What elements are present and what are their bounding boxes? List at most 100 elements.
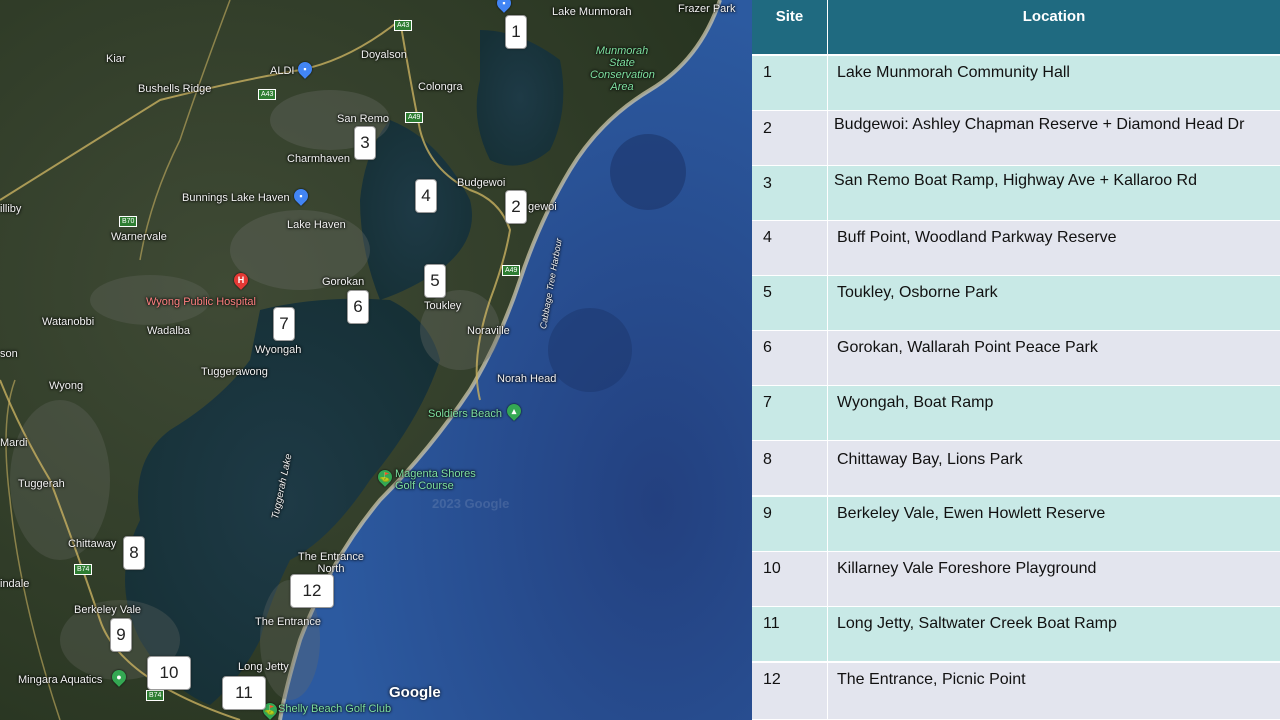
road-shield-b74: B74 bbox=[74, 564, 93, 575]
road-shield-b74: B74 bbox=[146, 690, 165, 701]
cell-location: Chittaway Bay, Lions Park bbox=[837, 451, 1023, 468]
table-row: 12 The Entrance, Picnic Point bbox=[752, 663, 1280, 720]
cell-location: Buff Point, Woodland Parkway Reserve bbox=[837, 229, 1117, 246]
label-watanobbi: Watanobbi bbox=[42, 316, 95, 328]
shopping-pin-icon[interactable]: ▪ bbox=[295, 59, 315, 79]
label-wyongah: Wyongah bbox=[255, 344, 302, 356]
label-doyalson: Doyalson bbox=[361, 49, 407, 61]
cell-location: Toukley, Osborne Park bbox=[837, 284, 998, 301]
label-wyong-hospital: Wyong Public Hospital bbox=[146, 296, 256, 308]
site-marker-5[interactable]: 5 bbox=[424, 264, 446, 298]
cell-site: 6 bbox=[763, 339, 772, 356]
site-marker-8[interactable]: 8 bbox=[123, 536, 145, 570]
label-budgewoi-partial: gewoi bbox=[528, 201, 557, 213]
beach-pin-icon[interactable]: ▴ bbox=[504, 401, 524, 421]
sites-table: Site Location 1 Lake Munmorah Community … bbox=[752, 0, 1280, 720]
table-row: 5 Toukley, Osborne Park bbox=[752, 276, 1280, 331]
cell-location: San Remo Boat Ramp, Highway Ave + Kallar… bbox=[834, 172, 1198, 189]
site-marker-2[interactable]: 2 bbox=[505, 190, 527, 224]
label-lindale: indale bbox=[0, 578, 30, 590]
road-shield-a49: A49 bbox=[405, 112, 424, 123]
site-marker-11[interactable]: 11 bbox=[222, 676, 266, 710]
cell-site: 1 bbox=[763, 64, 772, 81]
site-marker-4[interactable]: 4 bbox=[415, 179, 437, 213]
label-gorokan: Gorokan bbox=[322, 276, 365, 288]
cell-site: 12 bbox=[763, 671, 781, 688]
cell-location: Long Jetty, Saltwater Creek Boat Ramp bbox=[837, 615, 1117, 632]
site-marker-10[interactable]: 10 bbox=[147, 656, 191, 690]
site-marker-7[interactable]: 7 bbox=[273, 307, 295, 341]
road-shield-a49: A49 bbox=[502, 265, 521, 276]
golf-pin-icon[interactable]: ⛳ bbox=[375, 467, 395, 487]
cell-site: 5 bbox=[763, 284, 772, 301]
road-shield-a43: A43 bbox=[394, 20, 413, 31]
label-bushells-ridge: Bushells Ridge bbox=[138, 83, 212, 95]
shopping-pin-icon[interactable]: ▪ bbox=[291, 186, 311, 206]
cell-site: 2 bbox=[763, 120, 772, 137]
label-mingara: Mingara Aquatics bbox=[18, 674, 103, 686]
label-berkeley-vale: Berkeley Vale bbox=[74, 604, 142, 616]
google-logo: Google bbox=[389, 684, 441, 701]
label-colongra: Colongra bbox=[418, 81, 463, 93]
label-bunnings: Bunnings Lake Haven bbox=[182, 192, 290, 204]
label-frazer-park: Frazer Park bbox=[678, 3, 736, 15]
pool-pin-icon[interactable]: ● bbox=[109, 667, 129, 687]
label-lake-munmorah: Lake Munmorah bbox=[552, 6, 632, 18]
cell-location: Budgewoi: Ashley Chapman Reserve + Diamo… bbox=[834, 116, 1245, 133]
header-site: Site bbox=[775, 8, 804, 25]
label-chittaway: Chittaway bbox=[68, 538, 117, 550]
satellite-map[interactable]: Lake Munmorah Frazer Park Munmorah State… bbox=[0, 0, 752, 720]
site-marker-3[interactable]: 3 bbox=[354, 126, 376, 160]
label-wadalba: Wadalba bbox=[147, 325, 191, 337]
label-kiar: Kiar bbox=[106, 53, 126, 65]
cell-site: 10 bbox=[763, 560, 781, 577]
label-lake-haven: Lake Haven bbox=[287, 219, 346, 231]
label-the-entrance-north: The Entrance North bbox=[297, 551, 365, 575]
table-row: 6 Gorokan, Wallarah Point Peace Park bbox=[752, 331, 1280, 386]
table-row: 7 Wyongah, Boat Ramp bbox=[752, 386, 1280, 441]
table-row: 1 Lake Munmorah Community Hall bbox=[752, 56, 1280, 111]
cell-location: Gorokan, Wallarah Point Peace Park bbox=[837, 339, 1098, 356]
cell-site: 8 bbox=[763, 451, 772, 468]
site-marker-9[interactable]: 9 bbox=[110, 618, 132, 652]
label-san-remo: San Remo bbox=[337, 113, 389, 125]
cell-location: Killarney Vale Foreshore Playground bbox=[837, 560, 1097, 577]
table-header: Site Location bbox=[752, 0, 1280, 54]
label-shelly-beach: Shelly Beach Golf Club bbox=[278, 703, 392, 715]
map-watermark: 2023 Google bbox=[432, 496, 510, 511]
cell-location: The Entrance, Picnic Point bbox=[837, 671, 1026, 688]
table-row: 8 Chittaway Bay, Lions Park bbox=[752, 441, 1280, 496]
table-row: 11 Long Jetty, Saltwater Creek Boat Ramp bbox=[752, 607, 1280, 662]
table-row: 2 Budgewoi: Ashley Chapman Reserve + Dia… bbox=[752, 111, 1280, 166]
site-marker-12[interactable]: 12 bbox=[290, 574, 334, 608]
table-row: 4 Buff Point, Woodland Parkway Reserve bbox=[752, 221, 1280, 276]
cell-site: 3 bbox=[763, 175, 772, 192]
cell-location: Lake Munmorah Community Hall bbox=[837, 64, 1070, 81]
label-norah-head: Norah Head bbox=[497, 373, 557, 385]
label-aldi: ALDI bbox=[270, 65, 295, 77]
label-mardi: Mardi bbox=[0, 437, 28, 449]
label-son: son bbox=[0, 348, 18, 360]
label-budgewoi: Budgewoi bbox=[457, 177, 506, 189]
label-tuggerawong: Tuggerawong bbox=[201, 366, 268, 378]
site-marker-6[interactable]: 6 bbox=[347, 290, 369, 324]
hospital-pin-icon[interactable]: H bbox=[231, 270, 251, 290]
header-location: Location bbox=[1022, 8, 1086, 25]
label-warnervale: Warnervale bbox=[111, 231, 167, 243]
cell-location: Berkeley Vale, Ewen Howlett Reserve bbox=[837, 505, 1106, 522]
label-charmhaven: Charmhaven bbox=[287, 153, 350, 165]
cell-site: 11 bbox=[763, 615, 780, 632]
label-magenta: Magenta Shores Golf Course bbox=[395, 468, 476, 492]
cell-site: 4 bbox=[763, 229, 772, 246]
label-the-entrance: The Entrance bbox=[255, 616, 322, 628]
table-row: 9 Berkeley Vale, Ewen Howlett Reserve bbox=[752, 497, 1280, 552]
road-shield-b70: B70 bbox=[119, 216, 138, 227]
road-shield-a43: A43 bbox=[258, 89, 277, 100]
table-row: 3 San Remo Boat Ramp, Highway Ave + Kall… bbox=[752, 166, 1280, 221]
label-munmorah-scr: Munmorah State Conservation Area bbox=[590, 45, 655, 93]
label-long-jetty: Long Jetty bbox=[238, 661, 289, 673]
label-noraville: Noraville bbox=[467, 325, 510, 337]
site-marker-1[interactable]: 1 bbox=[505, 15, 527, 49]
label-soldiers-beach: Soldiers Beach bbox=[428, 408, 502, 420]
table-row: 10 Killarney Vale Foreshore Playground bbox=[752, 552, 1280, 607]
